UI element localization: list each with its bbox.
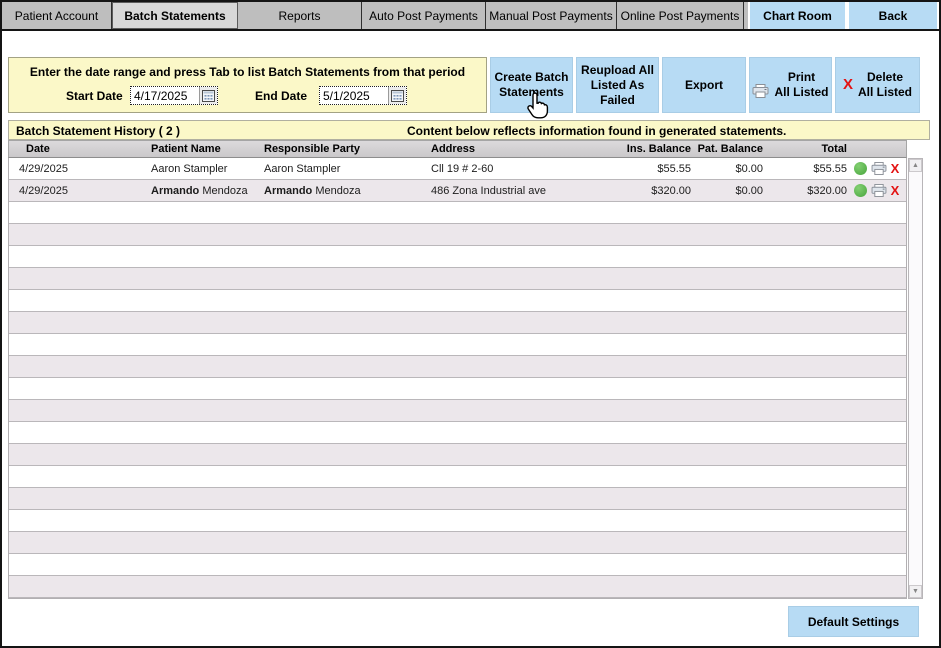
empty-row: [9, 532, 906, 554]
default-settings-button[interactable]: Default Settings: [788, 606, 919, 637]
print-row-icon[interactable]: [871, 184, 887, 197]
table-scrollbar[interactable]: ▲ ▼: [908, 158, 923, 599]
empty-row: [9, 576, 906, 598]
col-header-ins-balance[interactable]: Ins. Balance: [595, 143, 691, 155]
statement-table-header: Date Patient Name Responsible Party Addr…: [8, 140, 907, 158]
statement-row[interactable]: 4/29/2025Armando MendozaArmando Mendoza4…: [9, 180, 906, 202]
start-date-field[interactable]: [130, 86, 218, 105]
empty-row: [9, 466, 906, 488]
print-all-listed-label: Print All Listed: [774, 70, 828, 100]
row-responsible-party: Aaron Stampler: [256, 163, 423, 175]
empty-row: [9, 488, 906, 510]
empty-row: [9, 202, 906, 224]
col-header-address[interactable]: Address: [423, 143, 595, 155]
history-header-strip: Batch Statement History ( 2 ) Content be…: [8, 120, 930, 140]
col-header-responsible-party[interactable]: Responsible Party: [256, 143, 423, 155]
batch-statements-window: Patient AccountBatch StatementsReportsAu…: [0, 0, 941, 648]
scroll-down-icon[interactable]: ▼: [909, 585, 922, 598]
delete-all-listed-button[interactable]: X Delete All Listed: [835, 57, 920, 113]
default-settings-label: Default Settings: [808, 615, 899, 629]
delete-x-icon: X: [843, 76, 853, 95]
tab-bar: Patient AccountBatch StatementsReportsAu…: [2, 2, 939, 31]
date-range-panel: Enter the date range and press Tab to li…: [8, 57, 487, 113]
col-header-date[interactable]: Date: [9, 143, 143, 155]
row-patient-name: Aaron Stampler: [143, 163, 256, 175]
start-date-label: Start Date: [66, 89, 123, 103]
end-date-calendar-icon[interactable]: [388, 87, 406, 104]
col-header-total[interactable]: Total: [763, 143, 847, 155]
delete-all-listed-label: Delete All Listed: [858, 70, 912, 100]
empty-row: [9, 444, 906, 466]
tab-patient-account[interactable]: Patient Account: [2, 2, 112, 29]
row-total: $55.55: [763, 163, 847, 175]
empty-row: [9, 422, 906, 444]
history-title: Batch Statement History ( 2 ): [16, 124, 180, 138]
date-range-instruction: Enter the date range and press Tab to li…: [9, 65, 486, 79]
empty-row: [9, 400, 906, 422]
history-note: Content below reflects information found…: [407, 124, 786, 138]
end-date-field[interactable]: [319, 86, 407, 105]
print-row-icon[interactable]: [871, 162, 887, 175]
tab-online-post-payments[interactable]: Online Post Payments: [617, 2, 744, 29]
export-label: Export: [685, 78, 723, 93]
col-header-patient-name[interactable]: Patient Name: [143, 143, 256, 155]
row-date: 4/29/2025: [9, 163, 143, 175]
end-date-input[interactable]: [320, 88, 388, 103]
cursor-hand-icon: [525, 91, 552, 121]
empty-row: [9, 554, 906, 576]
tab-auto-post-payments[interactable]: Auto Post Payments: [362, 2, 486, 29]
row-ins-balance: $55.55: [595, 163, 691, 175]
action-button-row: Create Batch Statements Reupload All Lis…: [490, 57, 920, 113]
end-date-label: End Date: [255, 89, 307, 103]
row-patient-name: Armando Mendoza: [143, 185, 256, 197]
row-total: $320.00: [763, 185, 847, 197]
row-ins-balance: $320.00: [595, 185, 691, 197]
empty-row: [9, 378, 906, 400]
status-success-icon: [854, 162, 867, 175]
row-address: 486 Zona Industrial ave: [423, 185, 595, 197]
row-responsible-party: Armando Mendoza: [256, 185, 423, 197]
empty-row: [9, 290, 906, 312]
row-date: 4/29/2025: [9, 185, 143, 197]
empty-row: [9, 334, 906, 356]
scroll-up-icon[interactable]: ▲: [909, 159, 922, 172]
reupload-failed-button[interactable]: Reupload All Listed As Failed: [576, 57, 659, 113]
statement-row[interactable]: 4/29/2025Aaron StamplerAaron StamplerCll…: [9, 158, 906, 180]
empty-row: [9, 268, 906, 290]
print-all-listed-button[interactable]: Print All Listed: [749, 57, 832, 113]
reupload-failed-label: Reupload All Listed As Failed: [581, 63, 654, 108]
row-actions: X: [847, 161, 906, 176]
row-pat-balance: $0.00: [691, 185, 763, 197]
row-pat-balance: $0.00: [691, 163, 763, 175]
col-header-pat-balance[interactable]: Pat. Balance: [691, 143, 763, 155]
tab-batch-statements[interactable]: Batch Statements: [112, 2, 238, 29]
row-address: Cll 19 # 2-60: [423, 163, 595, 175]
empty-row: [9, 510, 906, 532]
row-actions: X: [847, 183, 906, 198]
export-button[interactable]: Export: [662, 57, 746, 113]
statement-table-body: 4/29/2025Aaron StamplerAaron StamplerCll…: [8, 158, 907, 599]
start-date-input[interactable]: [131, 88, 199, 103]
empty-row: [9, 312, 906, 334]
empty-row: [9, 224, 906, 246]
empty-row: [9, 246, 906, 268]
tab-chart-room[interactable]: Chart Room: [748, 2, 847, 29]
tab-manual-post-payments[interactable]: Manual Post Payments: [486, 2, 617, 29]
tab-back[interactable]: Back: [847, 2, 939, 29]
status-success-icon: [854, 184, 867, 197]
start-date-calendar-icon[interactable]: [199, 87, 217, 104]
printer-icon: [752, 69, 769, 102]
delete-row-icon[interactable]: X: [891, 183, 900, 198]
delete-row-icon[interactable]: X: [891, 161, 900, 176]
empty-row: [9, 356, 906, 378]
tab-reports[interactable]: Reports: [238, 2, 362, 29]
